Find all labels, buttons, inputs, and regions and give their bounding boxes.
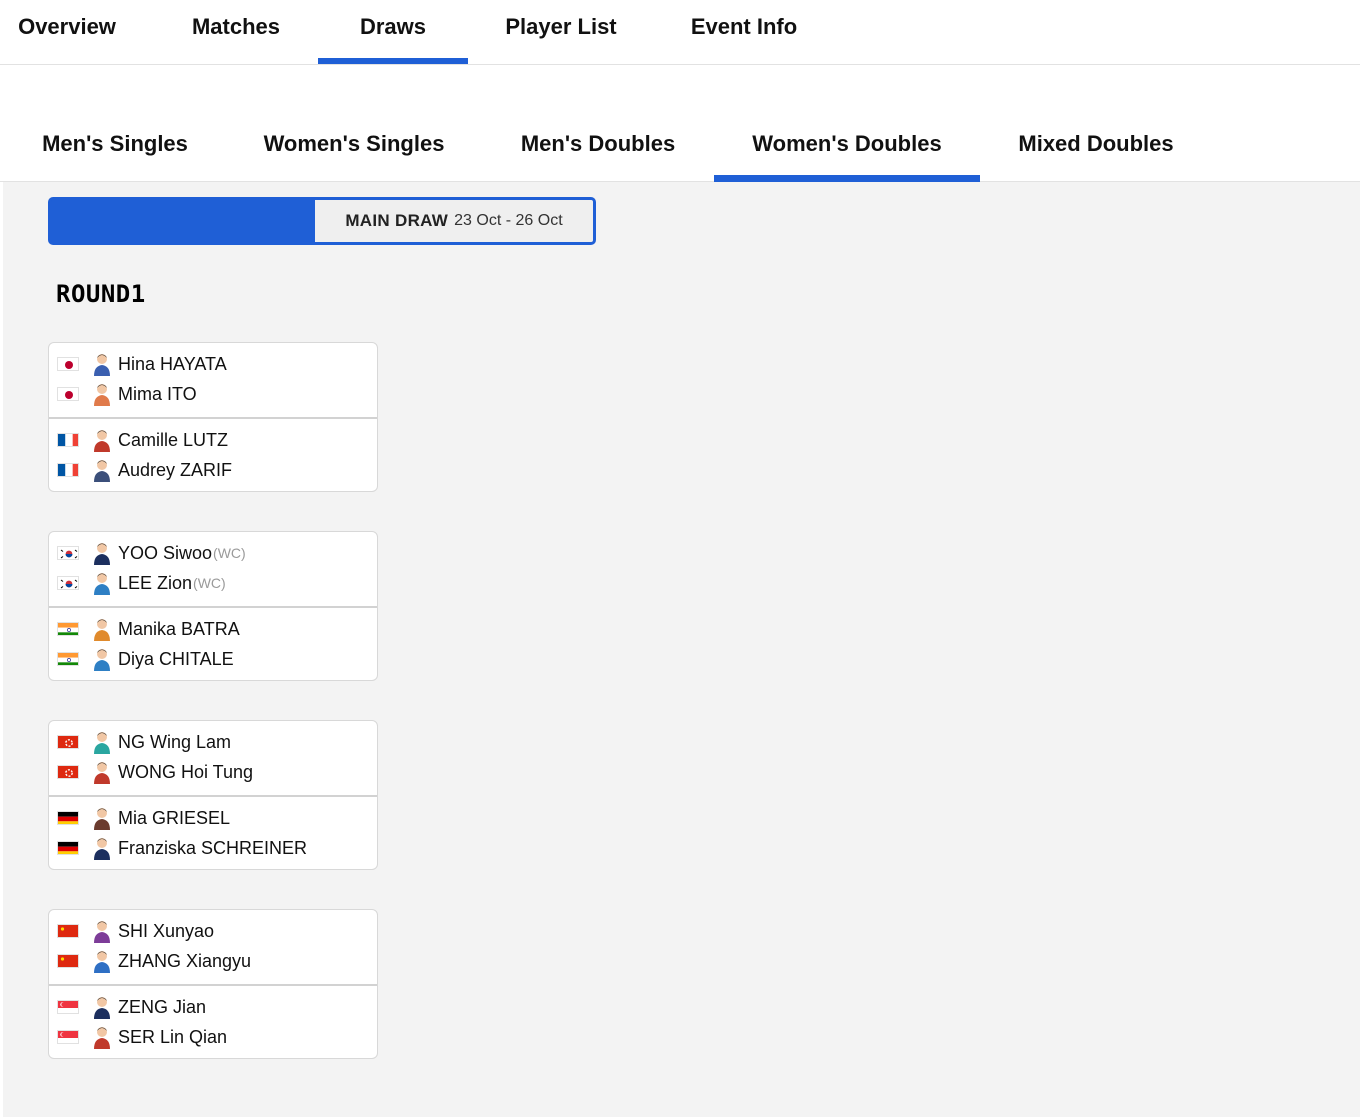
tab-draws[interactable]: Draws: [318, 0, 468, 64]
flag-icon-chn: [57, 954, 79, 968]
team-row: ZENG Jian SER Lin Qian: [49, 984, 377, 1058]
player-entry[interactable]: Diya CHITALE: [57, 644, 234, 674]
player-name[interactable]: LEE Zion: [118, 573, 192, 594]
player-avatar-icon: [91, 995, 113, 1019]
player-avatar-icon: [91, 647, 113, 671]
flag-icon-fra: [57, 463, 79, 477]
player-entry[interactable]: WONG Hoi Tung: [57, 757, 253, 787]
player-entry[interactable]: ZENG Jian: [57, 992, 206, 1022]
player-avatar-icon: [91, 760, 113, 784]
player-name[interactable]: Manika BATRA: [118, 619, 240, 640]
team-row: Mia GRIESEL Franziska SCHREINER: [49, 795, 377, 869]
player-name[interactable]: Mima ITO: [118, 384, 197, 405]
player-entry[interactable]: Manika BATRA: [57, 614, 240, 644]
draw-type-toggle: MAIN DRAW 23 Oct - 26 Oct: [48, 197, 596, 245]
flag-icon-sgp: [57, 1030, 79, 1044]
player-entry[interactable]: SER Lin Qian: [57, 1022, 227, 1052]
flag-icon-fra: [57, 433, 79, 447]
player-name[interactable]: SER Lin Qian: [118, 1027, 227, 1048]
player-avatar-icon: [91, 382, 113, 406]
player-name[interactable]: SHI Xunyao: [118, 921, 214, 942]
player-entry[interactable]: Mia GRIESEL: [57, 803, 230, 833]
player-entry[interactable]: LEE Zion (WC): [57, 568, 226, 598]
player-avatar-icon: [91, 571, 113, 595]
flag-icon-chn: [57, 924, 79, 938]
player-name[interactable]: ZHANG Xiangyu: [118, 951, 251, 972]
draw-panel: MAIN DRAW 23 Oct - 26 Oct ROUND1 Hina HA…: [3, 182, 1360, 1117]
player-name[interactable]: Franziska SCHREINER: [118, 838, 307, 859]
round-title: ROUND1: [56, 280, 146, 308]
player-entry[interactable]: YOO Siwoo (WC): [57, 538, 246, 568]
tab-womens-doubles[interactable]: Women's Doubles: [714, 110, 980, 182]
tab-matches[interactable]: Matches: [166, 0, 306, 64]
wildcard-tag: (WC): [193, 575, 226, 591]
team-row: Hina HAYATA Mima ITO: [49, 343, 377, 417]
team-row: NG Wing Lam WONG Hoi Tung: [49, 721, 377, 795]
player-name[interactable]: Camille LUTZ: [118, 430, 228, 451]
player-entry[interactable]: Audrey ZARIF: [57, 455, 232, 485]
event-tabs: Men's Singles Women's Singles Men's Doub…: [0, 110, 1360, 182]
flag-icon-ind: [57, 652, 79, 666]
main-draw-button[interactable]: MAIN DRAW 23 Oct - 26 Oct: [315, 200, 593, 242]
flag-icon-ind: [57, 622, 79, 636]
team-row: YOO Siwoo (WC) LEE Zion (WC): [49, 532, 377, 606]
player-avatar-icon: [91, 919, 113, 943]
flag-icon-ger: [57, 841, 79, 855]
player-name[interactable]: ZENG Jian: [118, 997, 206, 1018]
player-avatar-icon: [91, 458, 113, 482]
player-entry[interactable]: Mima ITO: [57, 379, 197, 409]
flag-icon-jpn: [57, 357, 79, 371]
main-draw-dates: 23 Oct - 26 Oct: [454, 212, 563, 229]
match-card[interactable]: YOO Siwoo (WC) LEE Zion (WC) Manika BATRA Diy…: [48, 531, 378, 681]
player-avatar-icon: [91, 1025, 113, 1049]
flag-icon-jpn: [57, 387, 79, 401]
player-name[interactable]: Diya CHITALE: [118, 649, 234, 670]
tab-mens-doubles[interactable]: Men's Doubles: [494, 110, 702, 181]
player-avatar-icon: [91, 836, 113, 860]
flag-icon-kor: [57, 576, 79, 590]
player-avatar-icon: [91, 352, 113, 376]
match-card[interactable]: Hina HAYATA Mima ITO Camille LUTZ Audrey ZA…: [48, 342, 378, 492]
flag-icon-hkg: [57, 735, 79, 749]
player-entry[interactable]: SHI Xunyao: [57, 916, 214, 946]
team-row: Manika BATRA Diya CHITALE: [49, 606, 377, 680]
player-entry[interactable]: Hina HAYATA: [57, 349, 227, 379]
player-name[interactable]: NG Wing Lam: [118, 732, 231, 753]
player-entry[interactable]: Camille LUTZ: [57, 425, 228, 455]
player-avatar-icon: [91, 541, 113, 565]
match-card[interactable]: NG Wing Lam WONG Hoi Tung Mia GRIESEL Franz…: [48, 720, 378, 870]
player-name[interactable]: Mia GRIESEL: [118, 808, 230, 829]
tab-mixed-doubles[interactable]: Mixed Doubles: [996, 110, 1196, 181]
team-row: Camille LUTZ Audrey ZARIF: [49, 417, 377, 491]
tab-overview[interactable]: Overview: [0, 0, 134, 64]
player-name[interactable]: Hina HAYATA: [118, 354, 227, 375]
player-avatar-icon: [91, 949, 113, 973]
main-draw-label: MAIN DRAW: [345, 211, 449, 230]
draw-toggle-left-segment[interactable]: [51, 200, 315, 242]
tab-event-info[interactable]: Event Info: [674, 0, 814, 64]
player-avatar-icon: [91, 428, 113, 452]
wildcard-tag: (WC): [213, 545, 246, 561]
player-entry[interactable]: Franziska SCHREINER: [57, 833, 307, 863]
tab-player-list[interactable]: Player List: [488, 0, 634, 64]
tab-womens-singles[interactable]: Women's Singles: [240, 110, 468, 181]
player-name[interactable]: Audrey ZARIF: [118, 460, 232, 481]
player-avatar-icon: [91, 806, 113, 830]
player-name[interactable]: YOO Siwoo: [118, 543, 212, 564]
player-name[interactable]: WONG Hoi Tung: [118, 762, 253, 783]
flag-icon-kor: [57, 546, 79, 560]
top-nav-tabs: Overview Matches Draws Player List Event…: [0, 0, 1360, 65]
player-avatar-icon: [91, 617, 113, 641]
player-avatar-icon: [91, 730, 113, 754]
match-card[interactable]: SHI Xunyao ZHANG Xiangyu ZENG Jian SER Lin …: [48, 909, 378, 1059]
flag-icon-sgp: [57, 1000, 79, 1014]
tab-mens-singles[interactable]: Men's Singles: [18, 110, 212, 181]
team-row: SHI Xunyao ZHANG Xiangyu: [49, 910, 377, 984]
player-entry[interactable]: ZHANG Xiangyu: [57, 946, 251, 976]
flag-icon-ger: [57, 811, 79, 825]
flag-icon-hkg: [57, 765, 79, 779]
player-entry[interactable]: NG Wing Lam: [57, 727, 231, 757]
